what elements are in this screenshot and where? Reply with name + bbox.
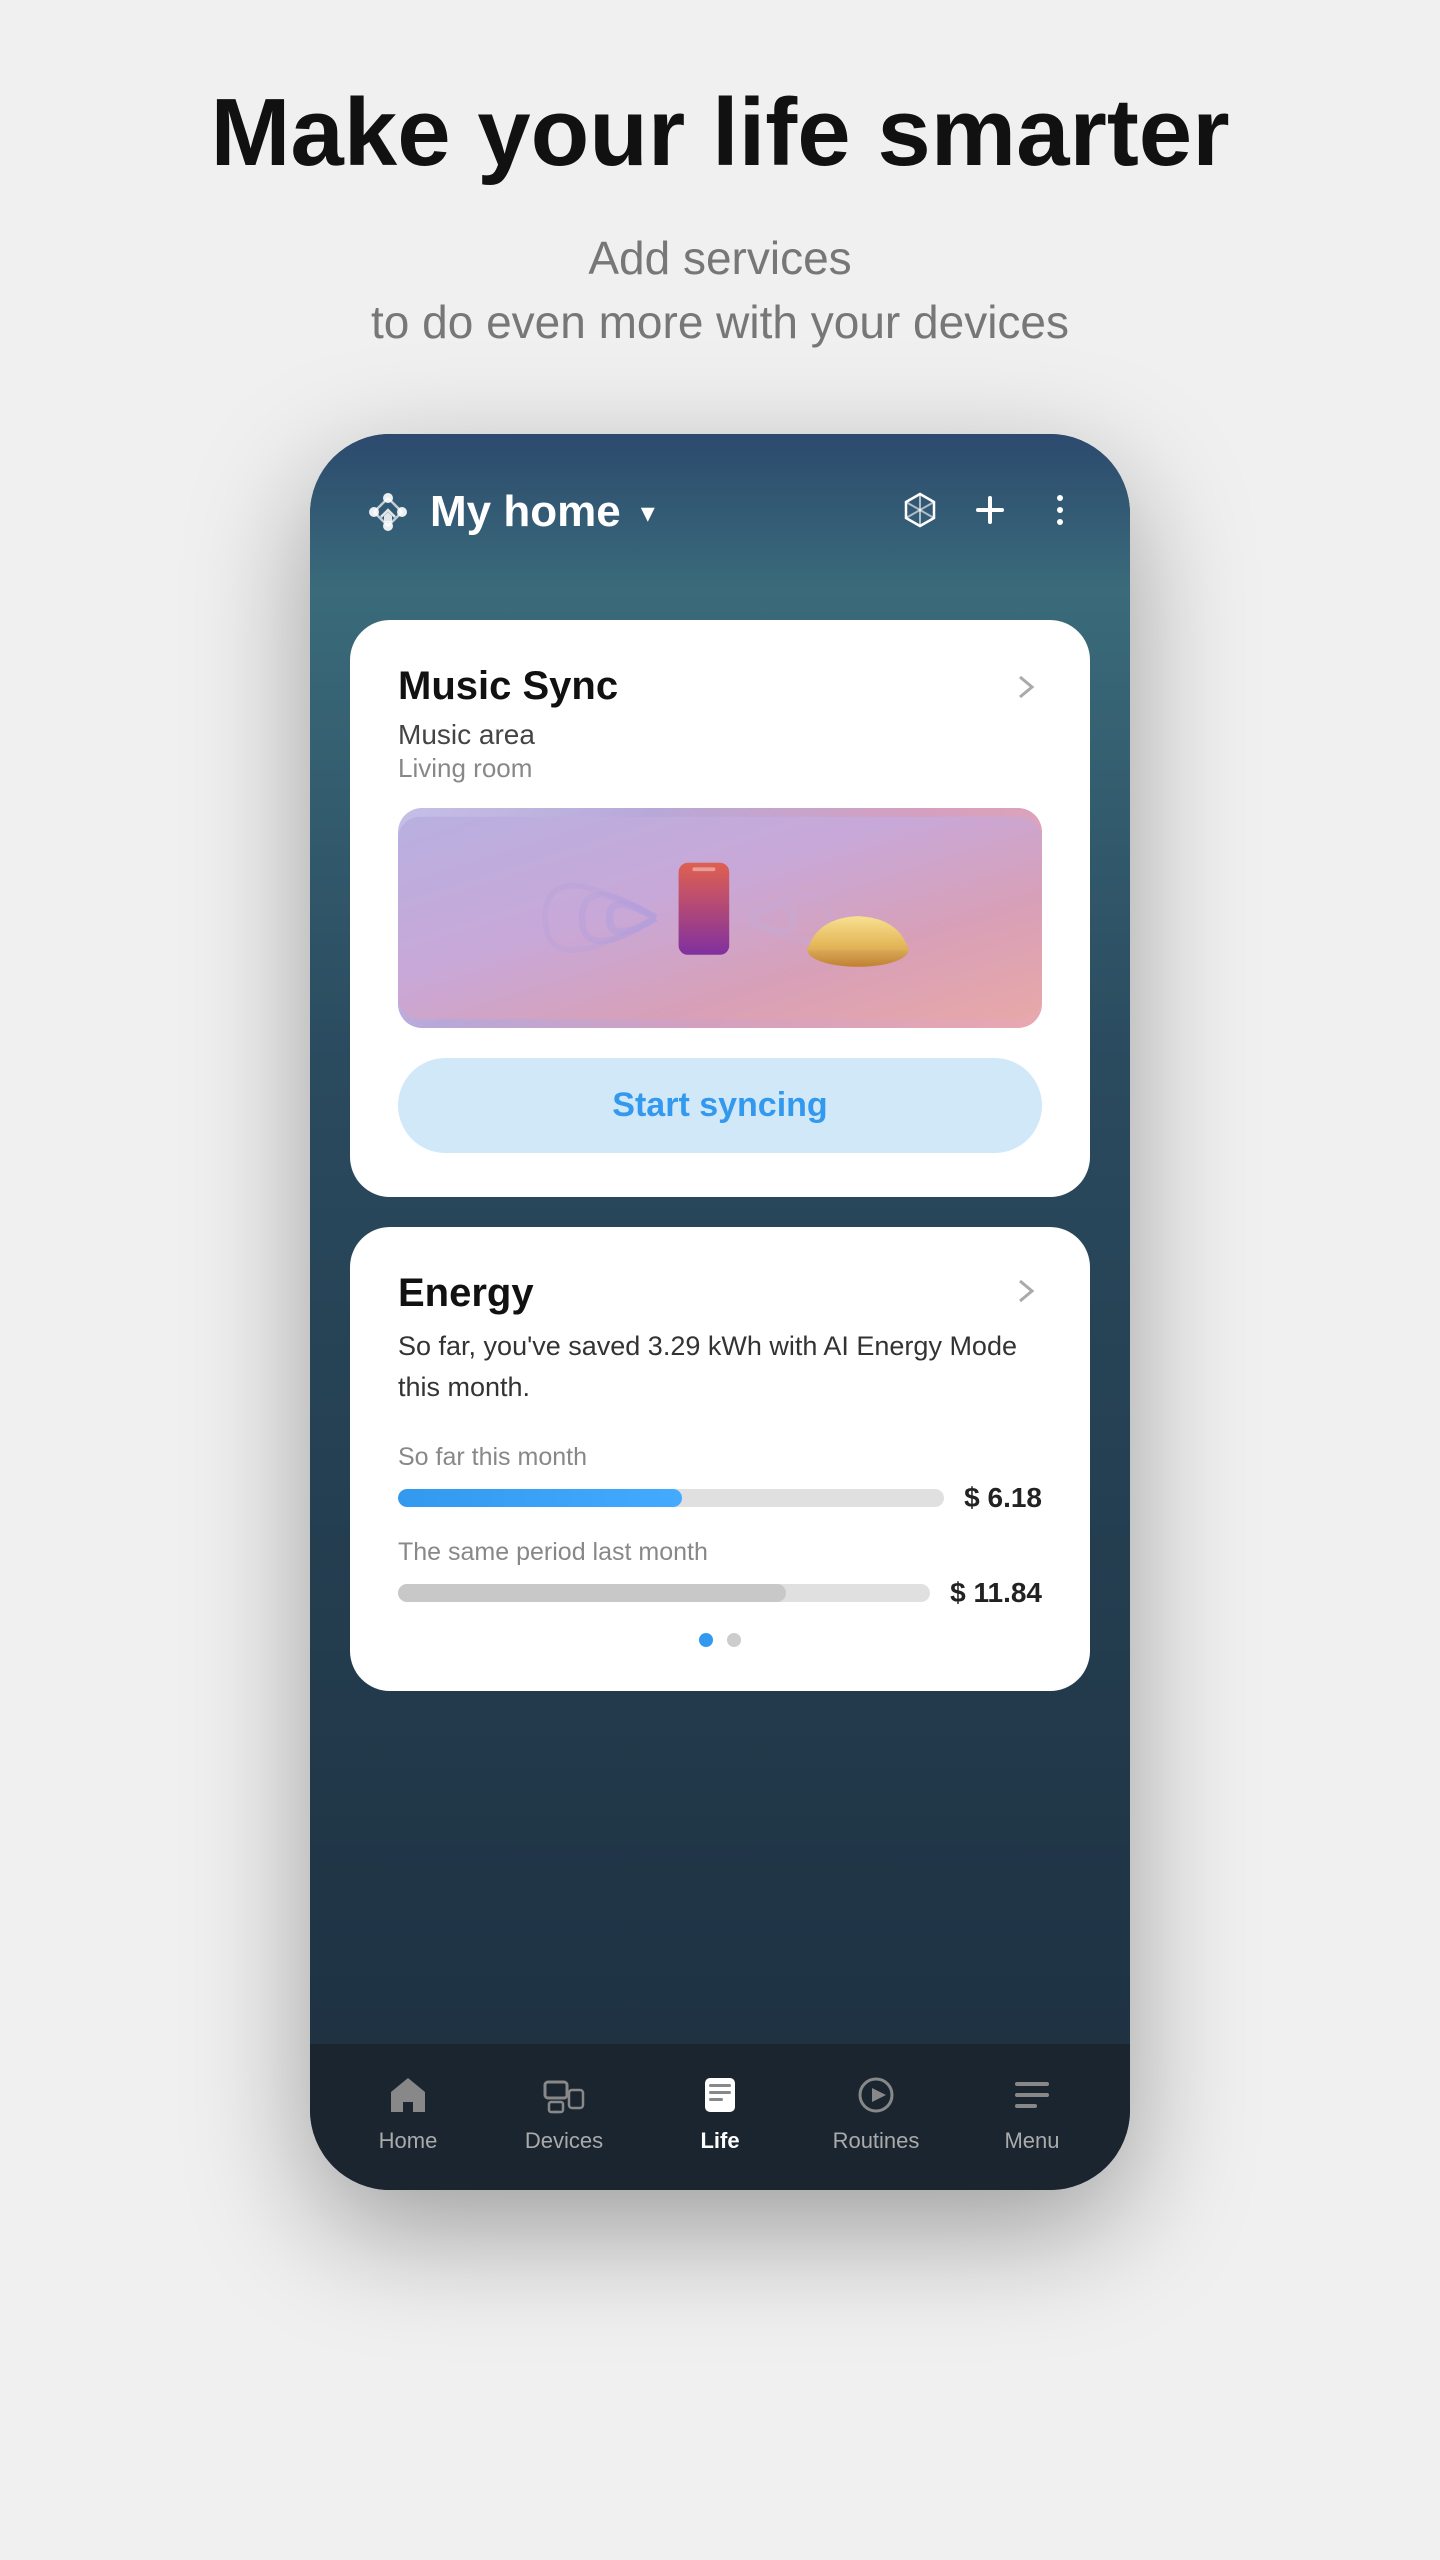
music-sync-title: Music Sync — [398, 664, 618, 709]
home-nav-icon — [385, 2072, 431, 2118]
music-illustration — [398, 808, 1042, 1028]
energy-description: So far, you've saved 3.29 kWh with AI En… — [398, 1326, 1042, 1407]
nav-item-menu[interactable]: Menu — [954, 2072, 1110, 2154]
routines-nav-icon — [853, 2072, 899, 2118]
phone-mockup: My home ▾ — [310, 434, 1130, 2190]
energy-this-month-row: So far this month $ 6.18 — [398, 1443, 1042, 1514]
music-area-label: Music area — [398, 719, 1042, 751]
dot-2 — [727, 1633, 741, 1647]
phone-content: Music Sync Music area Living room — [310, 590, 1130, 2190]
this-month-bar-bg — [398, 1489, 944, 1507]
ar-icon[interactable] — [900, 490, 940, 535]
nav-item-devices[interactable]: Devices — [486, 2072, 642, 2154]
energy-chevron-icon[interactable] — [1010, 1275, 1042, 1312]
life-nav-label: Life — [700, 2128, 739, 2154]
home-label[interactable]: My home ▾ — [360, 484, 655, 540]
routines-nav-label: Routines — [833, 2128, 920, 2154]
nav-item-life[interactable]: Life — [642, 2072, 798, 2154]
add-icon[interactable] — [970, 490, 1010, 535]
card-dots-indicator — [398, 1633, 1042, 1647]
this-month-bar-fill — [398, 1489, 682, 1507]
energy-last-month-row: The same period last month $ 11.84 — [398, 1538, 1042, 1609]
energy-title: Energy — [398, 1271, 534, 1316]
more-icon[interactable] — [1040, 490, 1080, 535]
nav-item-routines[interactable]: Routines — [798, 2072, 954, 2154]
devices-nav-label: Devices — [525, 2128, 603, 2154]
menu-nav-label: Menu — [1004, 2128, 1059, 2154]
phone-header: My home ▾ — [310, 434, 1130, 590]
start-syncing-button[interactable]: Start syncing — [398, 1058, 1042, 1153]
dot-1 — [699, 1633, 713, 1647]
bottom-nav: Home Devices Life — [310, 2044, 1130, 2190]
home-chevron-icon: ▾ — [641, 496, 655, 529]
home-icon — [360, 484, 416, 540]
music-location-label: Living room — [398, 753, 1042, 784]
last-month-label: The same period last month — [398, 1538, 1042, 1567]
nav-item-home[interactable]: Home — [330, 2072, 486, 2154]
menu-nav-icon — [1009, 2072, 1055, 2118]
music-sync-card: Music Sync Music area Living room — [350, 620, 1090, 1197]
top-actions — [900, 490, 1080, 535]
last-month-bar-bg — [398, 1584, 930, 1602]
last-month-bar-fill — [398, 1584, 786, 1602]
home-nav-label: Home — [379, 2128, 438, 2154]
energy-card: Energy So far, you've saved 3.29 kWh wit… — [350, 1227, 1090, 1691]
hero-title: Make your life smarter — [210, 80, 1229, 186]
last-month-amount: $ 11.84 — [950, 1577, 1042, 1609]
hero-subtitle: Add services to do even more with your d… — [371, 226, 1069, 355]
life-nav-icon — [697, 2072, 743, 2118]
this-month-amount: $ 6.18 — [964, 1482, 1042, 1514]
music-sync-chevron-icon[interactable] — [1010, 671, 1042, 703]
devices-nav-icon — [541, 2072, 587, 2118]
this-month-label: So far this month — [398, 1443, 1042, 1472]
home-title-text: My home — [430, 487, 621, 537]
